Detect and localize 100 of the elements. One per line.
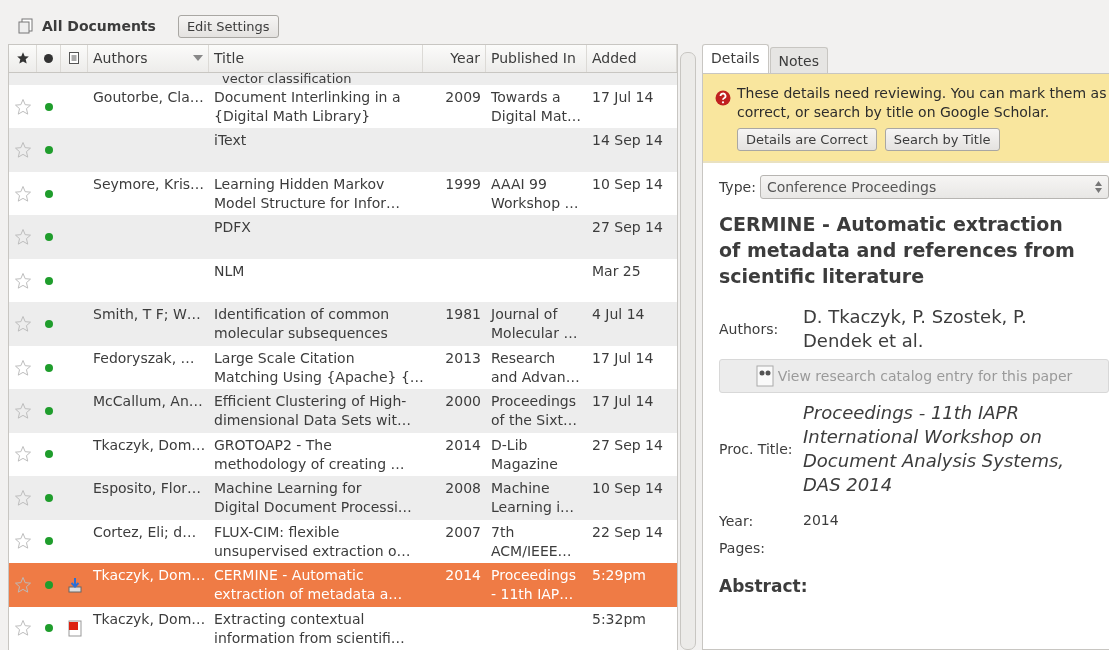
- star-column-icon[interactable]: [15, 51, 30, 66]
- star-icon[interactable]: [14, 271, 32, 290]
- published-cell-text: 7th ACM/IEEE…: [491, 522, 573, 561]
- panel-tab[interactable]: Notes: [769, 47, 828, 73]
- published-cell-text: D-Lib Magazine: [491, 435, 559, 474]
- read-status-column-icon[interactable]: [44, 54, 53, 63]
- year-cell: 2014: [445, 567, 481, 584]
- field-value: Proceedings - 11th IAPR International Workshop on Document Analysis Systems, DAS 2014: [803, 401, 1066, 497]
- added-cell: 10 Sep 14: [592, 175, 663, 192]
- author-cell: Goutorbe, Cla…: [93, 89, 204, 105]
- column-header[interactable]: Year: [423, 45, 486, 72]
- added-cell: 10 Sep 14: [592, 480, 663, 497]
- star-icon[interactable]: [14, 184, 32, 203]
- year-cell: 2014: [445, 436, 481, 453]
- title-cell-text: iText: [214, 131, 248, 151]
- year-cell: 2009: [445, 89, 481, 105]
- added-cell: 5:32pm: [592, 610, 646, 627]
- edit-settings-button[interactable]: Edit Settings: [177, 14, 279, 38]
- published-cell-text: Proceedings of the Sixt…: [491, 392, 578, 431]
- added-cell: 22 Sep 14: [592, 523, 663, 540]
- year-cell: 2007: [445, 523, 481, 540]
- year-cell: 2013: [445, 349, 481, 366]
- added-cell: 17 Jul 14: [592, 393, 654, 410]
- type-select[interactable]: Conference Proceedings: [759, 175, 1109, 199]
- document-row[interactable]: PDFX 27 Sep 14: [9, 215, 677, 259]
- document-row[interactable]: iText 14 Sep 14: [9, 128, 677, 172]
- notice-text: These details need reviewing. You can mark them as correct, or search by title on Google Scholar.: [737, 84, 1108, 122]
- star-icon[interactable]: [14, 488, 32, 507]
- title-cell-text: Identification of common molecular subsequences: [214, 305, 391, 344]
- title-cell-text: PDFX: [214, 218, 252, 238]
- added-cell: 27 Sep 14: [592, 219, 663, 236]
- author-cell: Tkaczyk, Dom…: [93, 436, 206, 453]
- star-icon[interactable]: [14, 402, 32, 420]
- title-cell-text: Extracting contextual information from scientifi…: [214, 609, 406, 648]
- type-label: Type:: [719, 179, 756, 195]
- star-icon[interactable]: [14, 228, 32, 247]
- author-cell: Smith, T F; W…: [93, 306, 201, 323]
- documents-icon: [18, 18, 34, 34]
- added-cell: 17 Jul 14: [592, 89, 654, 105]
- published-cell-text: Journal of Molecular …: [491, 305, 579, 344]
- published-cell: Towards a Digital Mat…: [491, 88, 582, 126]
- column-header[interactable]: Authors: [88, 45, 209, 72]
- title-cell-text: Learning Hidden Markov Model Structure for Infor…: [214, 174, 401, 213]
- scrollbar[interactable]: [680, 52, 696, 650]
- published-cell-text: Research and Advan…: [491, 348, 581, 387]
- author-cell: Seymore, Kris…: [93, 175, 205, 192]
- star-icon[interactable]: [14, 445, 32, 464]
- document-row[interactable]: McCallum, An… Efficient Clustering of High- dimensional Data Sets wit… 2000 Proceedings of the Sixt… 17 Jul 14: [9, 389, 677, 433]
- authors-value: D. Tkaczyk, P. Szostek, P. Dendek et al.: [803, 305, 1028, 353]
- year-cell: 1981: [445, 306, 481, 323]
- field-value: 2014: [803, 511, 840, 530]
- published-cell-text: Proceedings - 11th IAP…: [491, 566, 577, 605]
- file-column-icon[interactable]: [69, 52, 79, 65]
- year-cell: 2008: [445, 480, 481, 497]
- title-cell-text: FLUX-CIM: flexible unsupervised extraction o…: [214, 522, 412, 561]
- column-header[interactable]: Published In: [486, 45, 587, 72]
- star-icon[interactable]: [14, 315, 32, 334]
- collection-title: All Documents: [42, 18, 156, 34]
- column-header[interactable]: Added: [587, 45, 677, 72]
- year-cell: 2000: [445, 393, 481, 410]
- column-header[interactable]: Title: [209, 45, 423, 72]
- added-cell: Mar 25: [592, 262, 641, 279]
- star-icon[interactable]: [14, 141, 32, 160]
- author-cell: Esposito, Flor…: [93, 480, 201, 497]
- published-cell-text: AAAI 99 Workshop …: [491, 174, 580, 213]
- added-cell: 5:29pm: [592, 567, 646, 584]
- catalog-icon: [755, 365, 774, 387]
- author-cell: Cortez, Eli; d…: [93, 523, 197, 540]
- title-cell-text: CERMINE - Automatic extraction of metadata a…: [214, 566, 404, 605]
- star-icon[interactable]: [14, 575, 32, 594]
- title-cell-text: Efficient Clustering of High- dimensional Data Sets wit…: [214, 392, 412, 431]
- spinner-arrows-icon: [1095, 181, 1102, 193]
- field-label: Proc. Title:: [719, 441, 794, 457]
- author-cell: Fedoryszak, …: [93, 349, 195, 366]
- notice-button[interactable]: Search by Title: [884, 128, 1000, 151]
- field-label: Pages:: [719, 540, 766, 556]
- author-cell: Tkaczyk, Dom…: [93, 567, 206, 584]
- title-cell-text: Machine Learning for Digital Document Processi…: [214, 479, 413, 518]
- star-icon[interactable]: [14, 97, 32, 116]
- document-row[interactable]: Esposito, Flor… Machine Learning for Digital Document Processi… 2008 Machine Learning i… 10 Sep 14: [9, 476, 677, 520]
- author-cell: McCallum, An…: [93, 393, 203, 410]
- document-row[interactable]: Smith, T F; W… Identification of common molecular subsequences 1981 Journal of Molecular … 4 Jul 14: [9, 302, 677, 346]
- added-cell: 17 Jul 14: [592, 349, 654, 366]
- author-cell: Tkaczyk, Dom…: [93, 610, 206, 627]
- field-label: Year:: [719, 512, 755, 529]
- title-cell-text: Document Interlinking in a {Digital Math Library}: [214, 88, 402, 126]
- abstract-heading: Abstract:: [719, 576, 809, 596]
- star-icon[interactable]: [14, 532, 32, 551]
- panel-tab[interactable]: Details: [702, 44, 769, 73]
- added-cell: 4 Jul 14: [592, 306, 645, 323]
- added-cell: 14 Sep 14: [592, 132, 663, 149]
- title-cell-text: NLM: [214, 261, 246, 281]
- question-icon: [715, 90, 731, 106]
- added-cell: 27 Sep 14: [592, 436, 663, 453]
- title-cell-text: GROTOAP2 - The methodology of creating …: [214, 435, 406, 474]
- notice-button[interactable]: Details are Correct: [737, 128, 877, 151]
- published-cell-text: Machine Learning i…: [491, 479, 576, 518]
- star-icon[interactable]: [14, 358, 32, 377]
- document-title: CERMINE - Automatic extraction of metadata and references from scientific literature: [719, 212, 1076, 289]
- star-icon[interactable]: [14, 619, 32, 638]
